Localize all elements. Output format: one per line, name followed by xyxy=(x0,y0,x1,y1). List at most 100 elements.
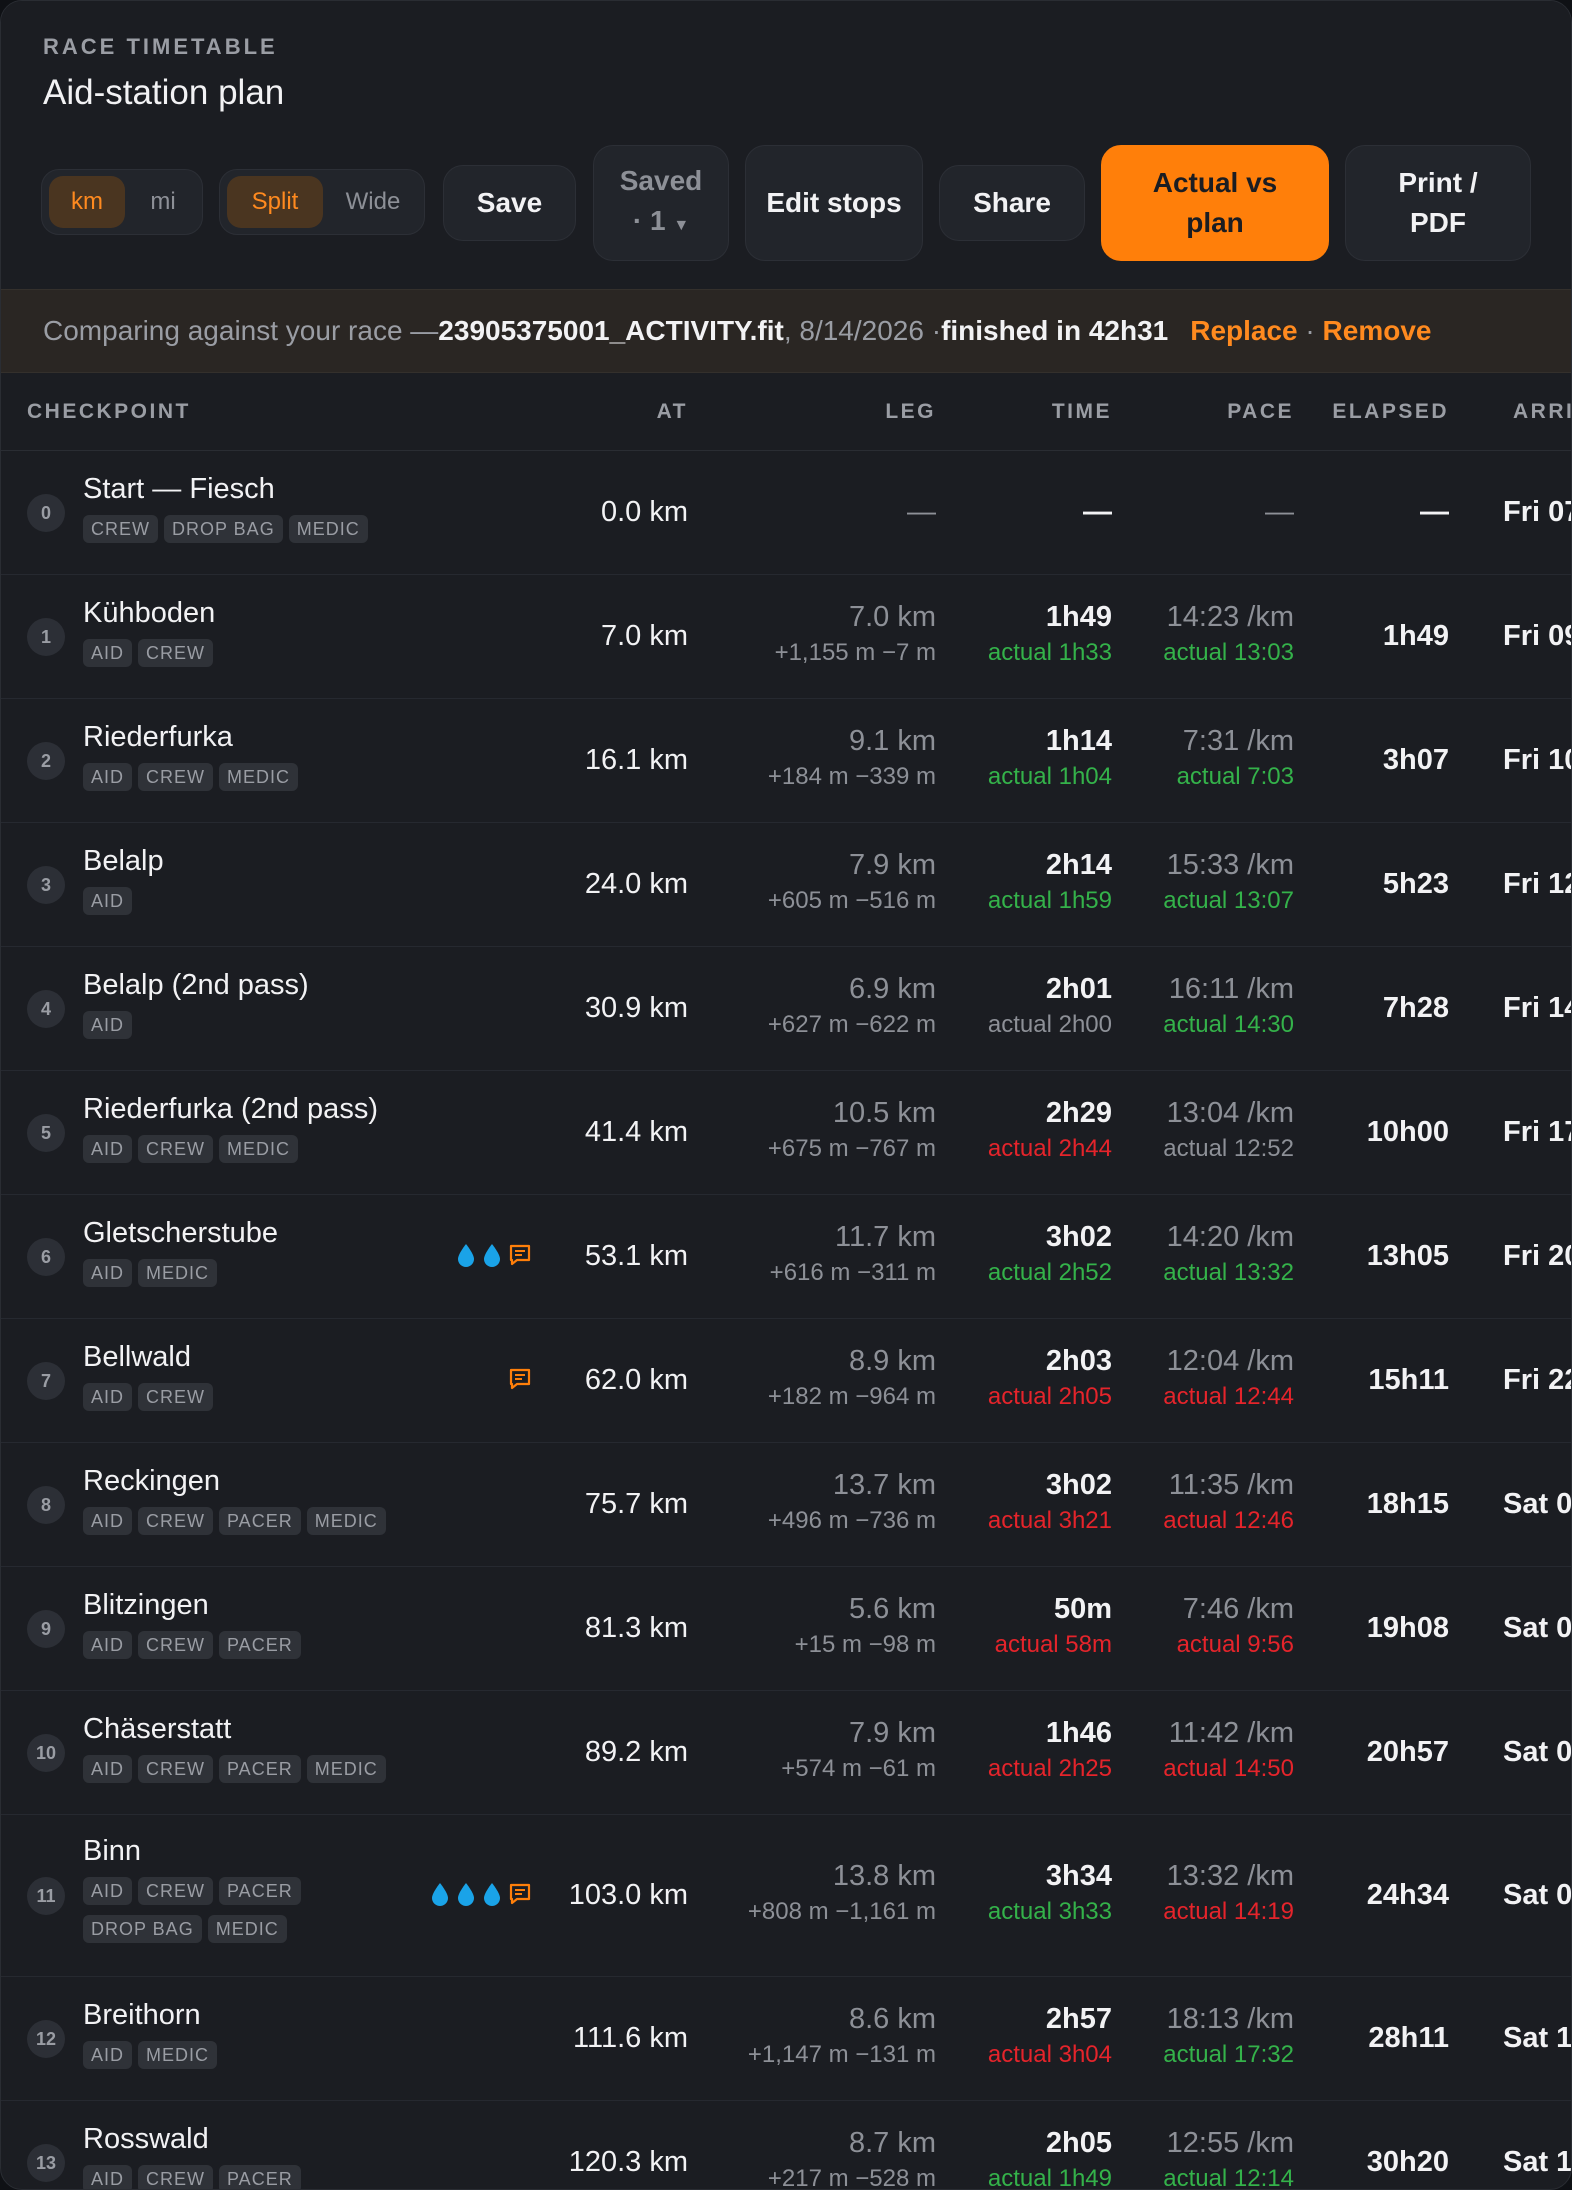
tag-crew: CREW xyxy=(138,2165,214,2189)
leg-time: 2h05 xyxy=(1045,2127,1112,2159)
leg-time-actual: actual 1h04 xyxy=(987,763,1112,790)
leg-distance: 10.5 km xyxy=(832,1097,936,1129)
at-distance: 7.0 km xyxy=(600,620,688,652)
at-distance: 120.3 km xyxy=(568,2146,688,2178)
table-row[interactable]: 3 Belalp AID 24.0 km 7.9 km +605 m −516 m 2h14… xyxy=(1,823,1571,947)
unit-km-option[interactable]: km xyxy=(49,176,125,228)
checkpoint-name: Belalp xyxy=(83,845,164,877)
save-button[interactable]: Save xyxy=(443,165,576,241)
elapsed-time: 5h23 xyxy=(1382,868,1449,900)
leg-pace: 11:42 /km xyxy=(1168,1717,1294,1749)
leg-time: 1h14 xyxy=(1045,725,1112,757)
tag-pacer: PACER xyxy=(219,1877,301,1905)
table-row[interactable]: 8 Reckingen AID CREW PACER MEDIC 75.7 km 13.7 k… xyxy=(1,1443,1571,1567)
leg-pace-actual: actual 12:52 xyxy=(1163,1135,1294,1162)
leg-time: 3h02 xyxy=(1045,1221,1112,1253)
table-row[interactable]: 2 Riederfurka AID CREW MEDIC 16.1 km 9.1 km +18… xyxy=(1,699,1571,823)
leg-pace-actual: actual 7:03 xyxy=(1176,763,1294,790)
edit-stops-button[interactable]: Edit stops xyxy=(745,145,923,261)
replace-link[interactable]: Replace xyxy=(1190,315,1297,347)
view-split-option[interactable]: Split xyxy=(227,176,323,228)
table-row[interactable]: 4 Belalp (2nd pass) AID 30.9 km 6.9 km +627 m… xyxy=(1,947,1571,1071)
checkpoint-tags: AID CREW MEDIC xyxy=(83,763,423,801)
note-icon[interactable] xyxy=(508,1243,532,1267)
note-icon[interactable] xyxy=(508,1367,532,1391)
remove-link[interactable]: Remove xyxy=(1323,315,1432,347)
leg-pace: 15:33 /km xyxy=(1166,849,1294,881)
leg-time: 2h29 xyxy=(1045,1097,1112,1129)
arrival-time: Sat 11 xyxy=(1503,2022,1571,2054)
arrival-time: Fri 09 xyxy=(1503,620,1571,652)
leg-pace-actual: actual 17:32 xyxy=(1163,2041,1294,2068)
table-body: 0 Start — Fiesch CREW DROP BAG MEDIC 0.0 km — —… xyxy=(1,451,1571,2189)
checkpoint-index: 10 xyxy=(27,1734,65,1772)
leg-pace: 13:04 /km xyxy=(1166,1097,1294,1129)
arrival-time: Sat 02 xyxy=(1503,1612,1572,1644)
leg-time-actual: actual 2h00 xyxy=(987,1011,1112,1038)
leg-time-actual: actual 58m xyxy=(994,1631,1112,1658)
table-row[interactable]: 0 Start — Fiesch CREW DROP BAG MEDIC 0.0 km — —… xyxy=(1,451,1571,575)
elapsed-time: 18h15 xyxy=(1366,1488,1449,1520)
saved-dropdown[interactable]: Saved · 1 ▼ xyxy=(593,145,729,261)
tag-medic: MEDIC xyxy=(138,2041,218,2069)
checkpoint-index: 12 xyxy=(27,2020,65,2058)
table-row[interactable]: 1 Kühboden AID CREW 7.0 km 7.0 km +1,155 m −7 … xyxy=(1,575,1571,699)
at-distance: 75.7 km xyxy=(584,1488,688,1520)
leg-distance: 13.8 km xyxy=(832,1860,936,1892)
table-row[interactable]: 7 Bellwald AID CREW 62.0 km 8.9 km +182 m −964… xyxy=(1,1319,1571,1443)
arrival-time: Fri 14 xyxy=(1503,992,1571,1024)
checkpoint-icons xyxy=(456,1243,532,1267)
checkpoint-index: 5 xyxy=(27,1114,65,1152)
table-row[interactable]: 9 Blitzingen AID CREW PACER 81.3 km 5.6 km +15 … xyxy=(1,1567,1571,1691)
leg-elevation: +15 m −98 m xyxy=(794,1631,936,1658)
caret-down-icon: ▼ xyxy=(673,216,690,234)
leg-elevation: +1,147 m −131 m xyxy=(747,2041,936,2068)
leg-pace: 13:32 /km xyxy=(1166,1860,1294,1892)
tag-crew: CREW xyxy=(138,1383,214,1411)
print-pdf-button[interactable]: Print / PDF xyxy=(1345,145,1531,261)
tag-aid: AID xyxy=(83,1011,133,1039)
leg-pace-actual: actual 14:30 xyxy=(1163,1011,1294,1038)
tag-crew: CREW xyxy=(138,1631,214,1659)
actual-vs-plan-button[interactable]: Actual vs plan xyxy=(1101,145,1329,261)
unit-mi-option[interactable]: mi xyxy=(128,176,198,228)
water-drop-icon xyxy=(482,1882,502,1906)
leg-elevation: +616 m −311 m xyxy=(769,1259,936,1286)
table-row[interactable]: 12 Breithorn AID MEDIC 111.6 km 8.6 km +1,147 … xyxy=(1,1977,1571,2101)
checkpoint-index: 8 xyxy=(27,1486,65,1524)
arrival-time: Fri 20 xyxy=(1503,1240,1571,1272)
table-row[interactable]: 6 Gletscherstube AID MEDIC 53.1 km 11.7 km +61… xyxy=(1,1195,1571,1319)
note-icon[interactable] xyxy=(508,1882,532,1906)
checkpoint-icons xyxy=(508,1367,532,1391)
checkpoint-name: Start — Fiesch xyxy=(83,473,275,505)
tag-medic: MEDIC xyxy=(288,515,368,543)
table-row[interactable]: 10 Chäserstatt AID CREW PACER MEDIC 89.2 km 7.9… xyxy=(1,1691,1571,1815)
checkpoint-index: 11 xyxy=(27,1877,65,1915)
table-row[interactable]: 13 Rosswald AID CREW PACER 120.3 km 8.7 km +217… xyxy=(1,2101,1571,2189)
tag-pacer: PACER xyxy=(219,1755,301,1783)
tag-aid: AID xyxy=(83,1755,133,1783)
arrival-time: Sat 04 xyxy=(1503,1736,1572,1768)
at-distance: 30.9 km xyxy=(584,992,688,1024)
elapsed-time: 28h11 xyxy=(1368,2022,1449,2054)
checkpoint-name: Chäserstatt xyxy=(83,1713,232,1745)
table-row[interactable]: 5 Riederfurka (2nd pass) AID CREW MEDIC 41.4 … xyxy=(1,1071,1571,1195)
table-row[interactable]: 11 Binn AID CREW PACER DROP BAG MEDIC 103.0 km 1… xyxy=(1,1815,1571,1977)
checkpoint-index: 2 xyxy=(27,742,65,780)
leg-time: 2h01 xyxy=(1045,973,1112,1005)
leg-elevation: +605 m −516 m xyxy=(767,887,936,914)
leg-distance: 7.0 km xyxy=(848,601,936,633)
share-button[interactable]: Share xyxy=(939,165,1085,241)
checkpoint-tags: AID CREW PACER xyxy=(83,2165,423,2189)
checkpoint-name: Breithorn xyxy=(83,1999,201,2031)
leg-pace: 18:13 /km xyxy=(1166,2003,1294,2035)
leg-time: — xyxy=(1083,496,1112,528)
leg-elevation: +182 m −964 m xyxy=(767,1383,936,1410)
leg-pace-actual: actual 12:46 xyxy=(1163,1507,1294,1534)
column-header-elapsed: ELAPSED xyxy=(1332,400,1449,423)
view-wide-option[interactable]: Wide xyxy=(326,176,420,228)
header: RACE TIMETABLE Aid-station plan km mi Sp… xyxy=(1,1,1571,289)
tag-medic: MEDIC xyxy=(207,1915,287,1943)
water-drop-icon xyxy=(482,1243,502,1267)
tag-crew: CREW xyxy=(138,1755,214,1783)
